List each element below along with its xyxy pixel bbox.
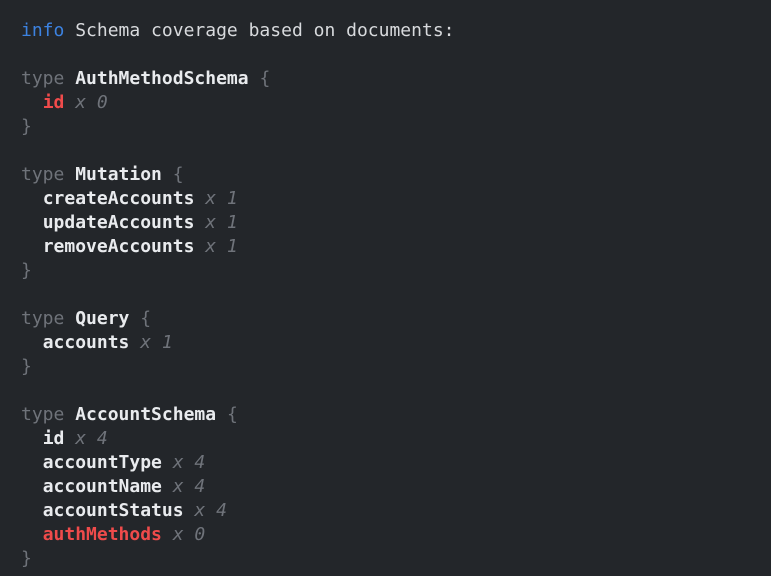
type-keyword: type — [21, 68, 64, 89]
field-line: updateAccounts x 1 — [21, 211, 763, 235]
type-close-line: } — [21, 115, 763, 139]
field-line: id x 0 — [21, 91, 763, 115]
type-keyword: type — [21, 404, 64, 425]
open-brace: { — [173, 164, 184, 185]
close-brace: } — [21, 356, 32, 377]
type-block: type Query { accounts x 1} — [21, 307, 763, 379]
field-line: accountStatus x 4 — [21, 499, 763, 523]
info-line: info Schema coverage based on documents: — [21, 19, 763, 43]
field-name: updateAccounts — [43, 212, 195, 233]
field-usage: x 0 — [75, 92, 108, 113]
type-blocks: type AuthMethodSchema { id x 0}type Muta… — [21, 67, 763, 571]
field-line: accountName x 4 — [21, 475, 763, 499]
type-open-line: type Query { — [21, 307, 763, 331]
field-usage: x 4 — [75, 428, 108, 449]
type-keyword: type — [21, 164, 64, 185]
type-block: type AccountSchema { id x 4 accountType … — [21, 403, 763, 571]
type-keyword: type — [21, 308, 64, 329]
open-brace: { — [259, 68, 270, 89]
field-name: createAccounts — [43, 188, 195, 209]
field-name: authMethods — [43, 524, 162, 545]
field-name: accounts — [43, 332, 130, 353]
field-usage: x 0 — [173, 524, 206, 545]
field-usage: x 4 — [173, 476, 206, 497]
field-line: accounts x 1 — [21, 331, 763, 355]
field-usage: x 1 — [140, 332, 173, 353]
field-line: id x 4 — [21, 427, 763, 451]
field-name: id — [43, 92, 65, 113]
open-brace: { — [140, 308, 151, 329]
close-brace: } — [21, 260, 32, 281]
type-close-line: } — [21, 259, 763, 283]
type-open-line: type AuthMethodSchema { — [21, 67, 763, 91]
type-open-line: type AccountSchema { — [21, 403, 763, 427]
field-name: id — [43, 428, 65, 449]
field-name: accountName — [43, 476, 162, 497]
field-usage: x 1 — [205, 188, 238, 209]
type-close-line: } — [21, 547, 763, 571]
info-message: Schema coverage based on documents: — [75, 20, 454, 41]
close-brace: } — [21, 548, 32, 569]
field-line: createAccounts x 1 — [21, 187, 763, 211]
type-open-line: type Mutation { — [21, 163, 763, 187]
field-line: removeAccounts x 1 — [21, 235, 763, 259]
type-name: Mutation — [75, 164, 162, 185]
field-line: accountType x 4 — [21, 451, 763, 475]
field-usage: x 4 — [173, 452, 206, 473]
terminal-output: info Schema coverage based on documents:… — [0, 0, 771, 571]
field-name: accountStatus — [43, 500, 184, 521]
field-line: authMethods x 0 — [21, 523, 763, 547]
info-label: info — [21, 20, 64, 41]
type-name: Query — [75, 308, 129, 329]
type-name: AuthMethodSchema — [75, 68, 248, 89]
field-name: removeAccounts — [43, 236, 195, 257]
type-close-line: } — [21, 355, 763, 379]
type-block: type Mutation { createAccounts x 1 updat… — [21, 163, 763, 283]
field-usage: x 1 — [205, 212, 238, 233]
open-brace: { — [227, 404, 238, 425]
field-name: accountType — [43, 452, 162, 473]
type-block: type AuthMethodSchema { id x 0} — [21, 67, 763, 139]
close-brace: } — [21, 116, 32, 137]
field-usage: x 1 — [205, 236, 238, 257]
type-name: AccountSchema — [75, 404, 216, 425]
field-usage: x 4 — [194, 500, 227, 521]
